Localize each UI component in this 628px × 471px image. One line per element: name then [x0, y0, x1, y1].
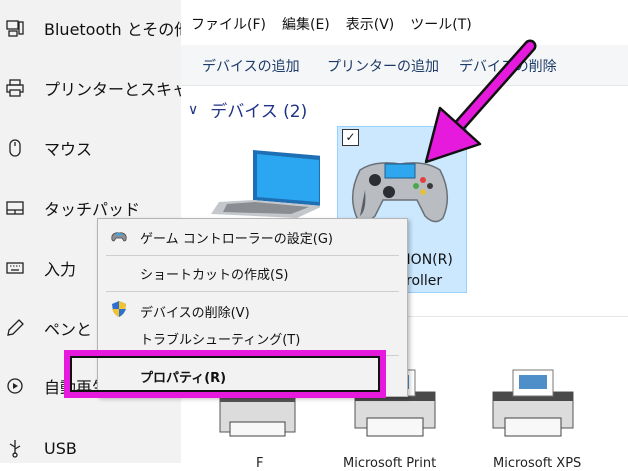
laptop-icon — [211, 150, 323, 218]
sidebar-item-label: マウス — [44, 140, 93, 159]
command-bar: デバイスの追加 プリンターの追加 デバイスの削除 — [181, 45, 628, 86]
printer-label-3: Microsoft XPS — [493, 456, 582, 471]
printer-tile-3[interactable] — [483, 362, 583, 442]
printer-label-1: F — [256, 456, 264, 471]
devices-group-header[interactable]: ∨ デバイス (2) — [188, 97, 308, 123]
gamepad-icon — [110, 228, 128, 246]
sidebar-item-mouse[interactable]: マウス — [0, 128, 181, 168]
keyboard-icon — [4, 257, 26, 279]
uac-shield-icon — [110, 300, 128, 318]
laptop-device-tile[interactable] — [205, 140, 323, 220]
sidebar-item-label: 入力 — [44, 260, 77, 279]
mouse-icon — [4, 137, 26, 159]
menu-tools[interactable]: ツール(T) — [410, 14, 471, 34]
printer-label-2: Microsoft Print — [343, 456, 437, 471]
touchpad-icon — [4, 197, 26, 219]
menu-separator — [106, 291, 399, 292]
printer-icon — [4, 77, 26, 99]
selection-checkbox[interactable]: ✓ — [342, 129, 359, 146]
bluetooth-devices-icon — [4, 17, 26, 39]
sidebar-item-label: タッチパッド — [44, 200, 141, 219]
sidebar-item-label: Bluetooth とその他 — [44, 20, 181, 39]
group-title: デバイス (2) — [210, 102, 308, 122]
usb-icon — [4, 437, 26, 459]
autoplay-icon — [4, 375, 26, 397]
chevron-down-icon: ∨ — [188, 101, 199, 118]
menu-separator — [106, 255, 399, 256]
controller-name-line2: roller — [406, 273, 443, 289]
menu-edit[interactable]: 編集(E) — [282, 14, 330, 34]
menu-file[interactable]: ファイル(F) — [191, 14, 266, 34]
highlight-box-inner — [64, 350, 386, 398]
game-controller-settings-menu-item[interactable]: ゲーム コントローラーの設定(G) — [140, 228, 333, 247]
pen-icon — [4, 317, 26, 339]
sidebar-item-usb[interactable]: USB — [0, 428, 181, 463]
remove-device-menu-item[interactable]: デバイスの削除(V) — [140, 302, 250, 321]
sidebar-item-label: USB — [44, 438, 77, 458]
sidebar-item-printers[interactable]: プリンターとスキャナー — [0, 68, 181, 108]
annotation-arrow — [424, 39, 537, 164]
sidebar-item-label: プリンターとスキャナー — [44, 80, 181, 99]
menu-bar: ファイル(F) 編集(E) 表示(V) ツール(T) — [181, 9, 488, 39]
printer-device-icon — [492, 369, 574, 437]
create-shortcut-menu-item[interactable]: ショートカットの作成(S) — [140, 264, 288, 283]
sidebar-item-bluetooth[interactable]: Bluetooth とその他 — [0, 8, 181, 48]
troubleshoot-menu-item[interactable]: トラブルシューティング(T) — [140, 329, 300, 348]
menu-view[interactable]: 表示(V) — [346, 14, 395, 34]
add-device-button[interactable]: デバイスの追加 — [202, 56, 300, 76]
